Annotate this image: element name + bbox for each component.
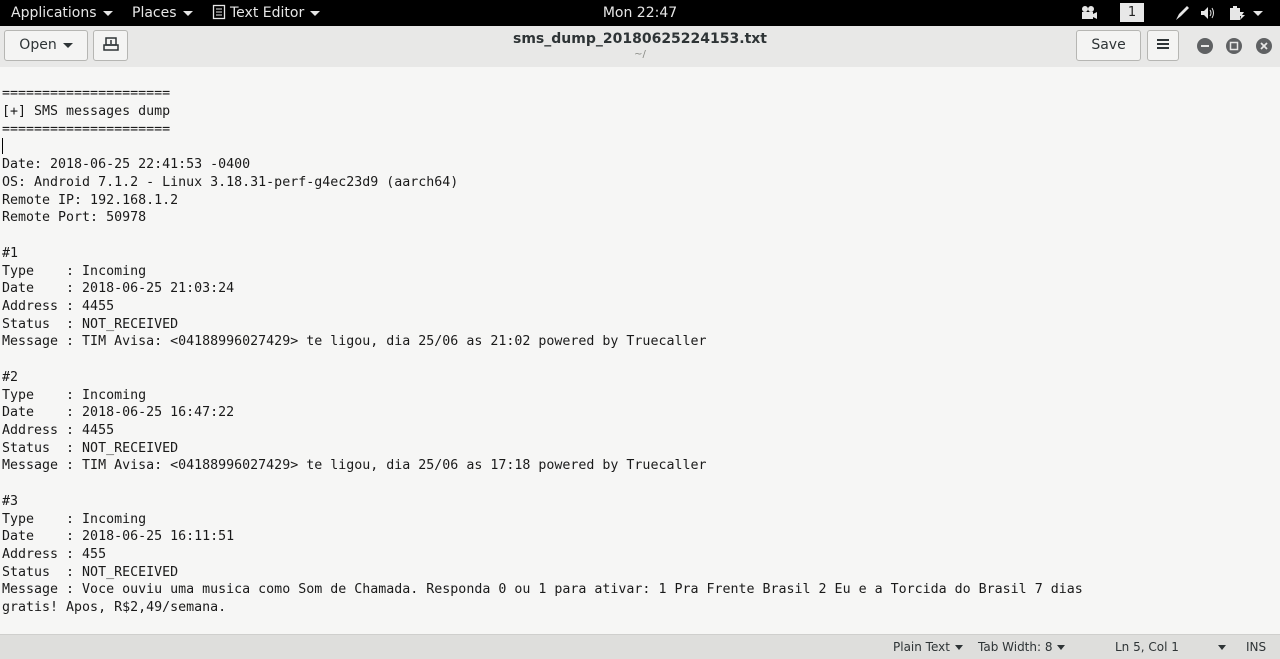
text-line: OS: Android 7.1.2 - Linux 3.18.31-perf-g… <box>2 175 459 190</box>
text-line: Message : Voce ouviu uma musica como Som… <box>2 582 1083 597</box>
text-cursor <box>2 138 3 154</box>
maximize-button[interactable] <box>1226 38 1242 54</box>
pen-icon[interactable] <box>1173 3 1191 23</box>
cursor-position-label: Ln 5, Col 1 <box>1115 640 1179 654</box>
text-line: #3 <box>2 494 19 509</box>
header-bar: Open sms_dump_20180625224153.txt ~/ Save <box>0 26 1280 68</box>
text-line: Date : 2018-06-25 16:11:51 <box>2 529 235 544</box>
cursor-position-selector[interactable]: Ln 5, Col 1 <box>1115 639 1226 655</box>
workspace-indicator[interactable]: 1 <box>1120 3 1144 22</box>
chevron-down-icon <box>1057 645 1066 650</box>
text-editor-area[interactable]: ===================== [+] SMS messages d… <box>0 67 1280 634</box>
menu-button[interactable] <box>1147 30 1179 61</box>
text-line: Status : NOT_RECEIVED <box>2 565 179 580</box>
insert-mode-indicator[interactable]: INS <box>1246 639 1266 655</box>
minimize-icon <box>1201 45 1209 47</box>
system-menu-arrow-icon[interactable] <box>1253 11 1263 16</box>
status-bar: Plain Text Tab Width: 8 Ln 5, Col 1 INS <box>0 634 1280 659</box>
text-line: Address : 455 <box>2 547 107 562</box>
text-line: Message : TIM Avisa: <04188996027429> te… <box>2 458 707 473</box>
chevron-down-icon <box>1217 645 1226 650</box>
hamburger-icon <box>1157 39 1169 49</box>
text-line: Type : Incoming <box>2 264 147 279</box>
text-line: Date : 2018-06-25 21:03:24 <box>2 281 235 296</box>
text-line: ===================== <box>2 122 171 137</box>
volume-icon[interactable] <box>1199 3 1219 23</box>
close-button[interactable] <box>1256 38 1272 54</box>
minimize-button[interactable] <box>1197 38 1213 54</box>
text-line: Date: 2018-06-25 22:41:53 -0400 <box>2 157 251 172</box>
text-line: #1 <box>2 246 19 261</box>
text-line: #2 <box>2 370 19 385</box>
language-selector[interactable]: Plain Text <box>893 639 963 655</box>
text-line: Message : TIM Avisa: <04188996027429> te… <box>2 334 707 349</box>
language-label: Plain Text <box>893 640 950 654</box>
text-line: Type : Incoming <box>2 388 147 403</box>
save-button[interactable]: Save <box>1076 30 1141 61</box>
top-bar: Applications Places Text Editor Mon 22:4… <box>0 0 1280 26</box>
text-line: Status : NOT_RECEIVED <box>2 317 179 332</box>
battery-icon[interactable] <box>1227 3 1247 23</box>
text-line: ===================== <box>2 86 171 101</box>
text-line: Status : NOT_RECEIVED <box>2 441 179 456</box>
text-line: Date : 2018-06-25 16:47:22 <box>2 405 235 420</box>
text-line: Remote IP: 192.168.1.2 <box>2 193 179 208</box>
save-label: Save <box>1091 37 1126 53</box>
text-line: gratis! Apos, R$2,49/semana. <box>2 600 227 615</box>
text-line: Remote Port: 50978 <box>2 210 147 225</box>
maximize-icon <box>1229 41 1239 51</box>
text-line: Type : Incoming <box>2 512 147 527</box>
video-camera-icon[interactable] <box>1079 3 1099 23</box>
close-icon <box>1260 42 1268 50</box>
tab-width-selector[interactable]: Tab Width: 8 <box>978 639 1066 655</box>
tab-width-label: Tab Width: 8 <box>978 640 1053 654</box>
chevron-down-icon <box>954 645 963 650</box>
text-line: [+] SMS messages dump <box>2 104 171 119</box>
text-line: Address : 4455 <box>2 299 115 314</box>
text-line: Address : 4455 <box>2 423 115 438</box>
